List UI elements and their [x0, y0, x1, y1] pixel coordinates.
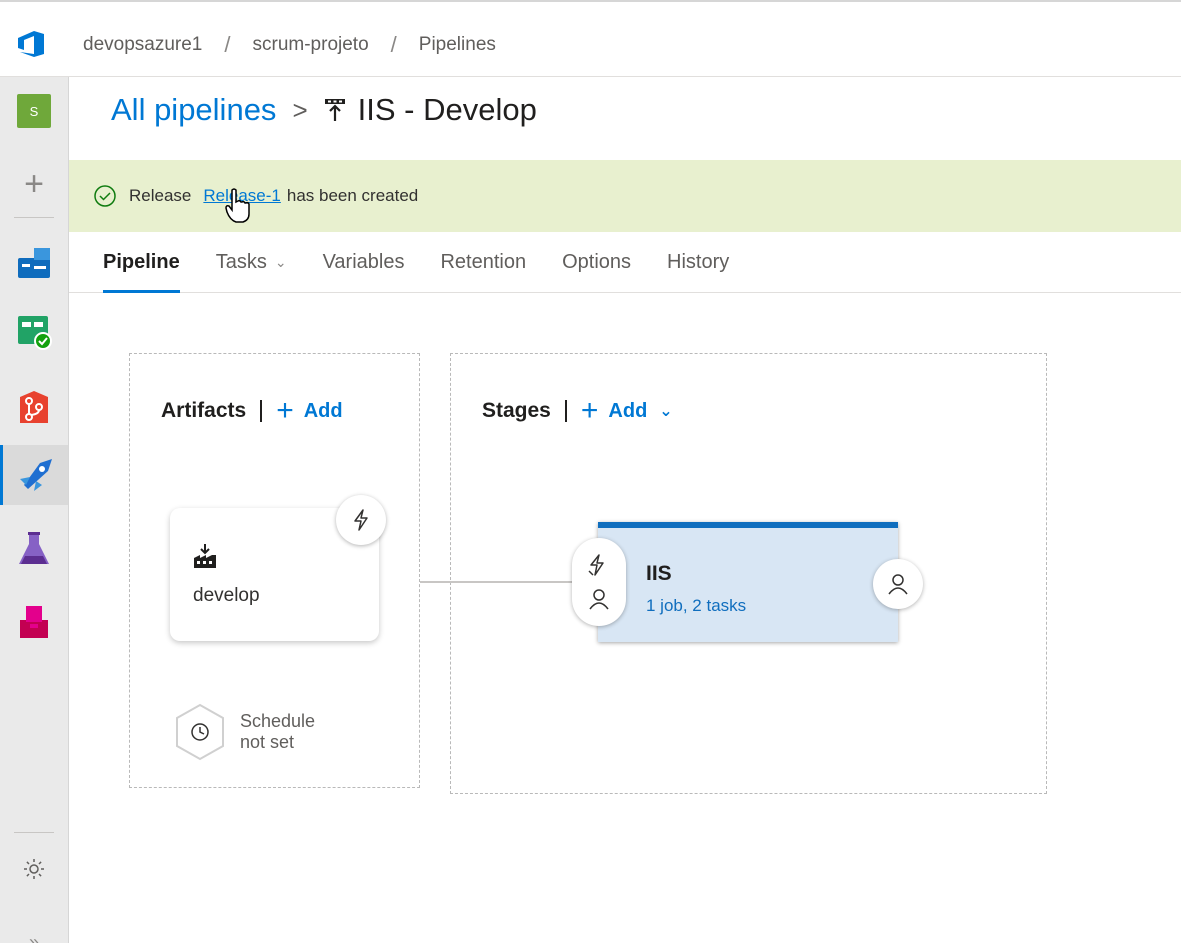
tab-label: History	[667, 250, 730, 273]
expand-nav-button[interactable]: »	[0, 912, 68, 943]
top-bar: devopsazure1 / scrum-projeto / Pipelines	[0, 0, 1181, 77]
nav-pipelines[interactable]	[0, 445, 68, 505]
breadcrumb-pipelines[interactable]: Pipelines	[419, 34, 496, 56]
chevron-down-icon: ⌄	[274, 253, 287, 270]
breadcrumb-org[interactable]: devopsazure1	[83, 34, 202, 56]
release-pipeline-icon	[324, 99, 345, 121]
build-artifact-icon	[194, 544, 216, 568]
banner-suffix: has been created	[286, 186, 419, 205]
trigger-lightning-icon	[588, 554, 604, 576]
gear-icon	[24, 859, 44, 879]
artifacts-icon	[20, 606, 48, 638]
divider	[260, 400, 263, 422]
breadcrumb-project[interactable]: scrum-projeto	[253, 34, 369, 56]
page-header: All pipelines > IIS - Develop	[111, 92, 537, 128]
azure-devops-logo-icon[interactable]	[14, 28, 50, 60]
tab-variables[interactable]: Variables	[323, 232, 405, 293]
continuous-deployment-trigger[interactable]	[336, 495, 386, 545]
nav-boards[interactable]	[0, 302, 68, 362]
check-circle-icon	[94, 185, 116, 207]
person-icon	[888, 574, 908, 595]
schedule-line1: Schedule	[240, 711, 316, 731]
artifacts-title: Artifacts	[161, 399, 247, 422]
add-stage-button[interactable]: + Add ⌄	[581, 396, 673, 426]
avatar: S	[17, 94, 51, 128]
tab-retention[interactable]: Retention	[440, 232, 526, 293]
stages-title: Stages	[482, 399, 551, 422]
page-title: IIS - Develop	[357, 92, 537, 127]
nav-overview[interactable]	[0, 232, 68, 292]
new-item-button[interactable]: +	[0, 154, 68, 214]
tab-pipeline[interactable]: Pipeline	[103, 232, 180, 293]
project-avatar[interactable]: S	[0, 81, 68, 141]
schedule-line2: not set	[240, 732, 295, 752]
testplans-icon	[19, 532, 49, 564]
clock-icon	[176, 703, 224, 761]
add-artifact-button[interactable]: + Add	[276, 396, 342, 426]
nav-test-plans[interactable]	[0, 520, 68, 580]
chevron-down-icon: ⌄	[659, 403, 673, 420]
stage-name: IIS	[646, 562, 672, 585]
breadcrumb-separator: /	[224, 32, 231, 57]
tab-label: Variables	[322, 250, 405, 273]
lightning-icon	[354, 509, 368, 531]
all-pipelines-link[interactable]: All pipelines	[111, 92, 276, 128]
tab-label: Options	[562, 250, 632, 273]
artifacts-header: Artifacts + Add	[161, 396, 343, 426]
hand-cursor-icon	[225, 188, 250, 223]
schedule-trigger[interactable]: Schedule not set	[174, 703, 315, 761]
double-chevron-right-icon: »	[28, 931, 39, 943]
tab-label: Tasks	[215, 250, 267, 273]
stage-card[interactable]: IIS 1 job, 2 tasks	[598, 522, 898, 642]
plus-icon: +	[24, 164, 44, 203]
breadcrumb: devopsazure1 / scrum-projeto / Pipelines	[83, 32, 496, 58]
repos-icon	[20, 391, 48, 423]
pre-deployment-conditions[interactable]	[572, 538, 626, 626]
nav-divider	[14, 832, 54, 833]
divider	[564, 400, 567, 422]
tab-label: Pipeline	[103, 250, 180, 273]
nav-artifacts[interactable]	[0, 592, 68, 652]
left-navigation: S + »	[0, 77, 69, 943]
artifact-name: develop	[193, 585, 260, 606]
person-icon	[589, 589, 609, 610]
project-settings-button[interactable]	[0, 839, 68, 899]
tab-options[interactable]: Options	[562, 232, 631, 293]
tab-label: Retention	[440, 250, 527, 273]
add-label: Add	[608, 399, 648, 422]
pipelines-icon	[19, 459, 52, 491]
tab-tasks[interactable]: Tasks ⌄	[216, 232, 287, 293]
post-deployment-conditions[interactable]	[873, 559, 923, 609]
stages-header: Stages + Add ⌄	[482, 396, 673, 426]
nav-divider	[14, 217, 54, 218]
chevron-right-icon: >	[292, 94, 308, 125]
add-label: Add	[303, 399, 343, 422]
pipeline-tabs: Pipeline Tasks ⌄ Variables Retention Opti…	[69, 232, 1181, 293]
nav-repos[interactable]	[0, 377, 68, 437]
stage-tasks-link[interactable]: 1 job, 2 tasks	[646, 596, 746, 616]
banner-prefix: Release	[129, 186, 192, 205]
connector-line	[420, 581, 575, 583]
overview-icon	[18, 248, 50, 278]
plus-icon: +	[580, 394, 599, 427]
breadcrumb-separator: /	[390, 32, 397, 57]
schedule-text: Schedule not set	[240, 711, 315, 753]
boards-icon	[18, 316, 52, 350]
plus-icon: +	[276, 394, 294, 427]
tab-history[interactable]: History	[667, 232, 729, 293]
